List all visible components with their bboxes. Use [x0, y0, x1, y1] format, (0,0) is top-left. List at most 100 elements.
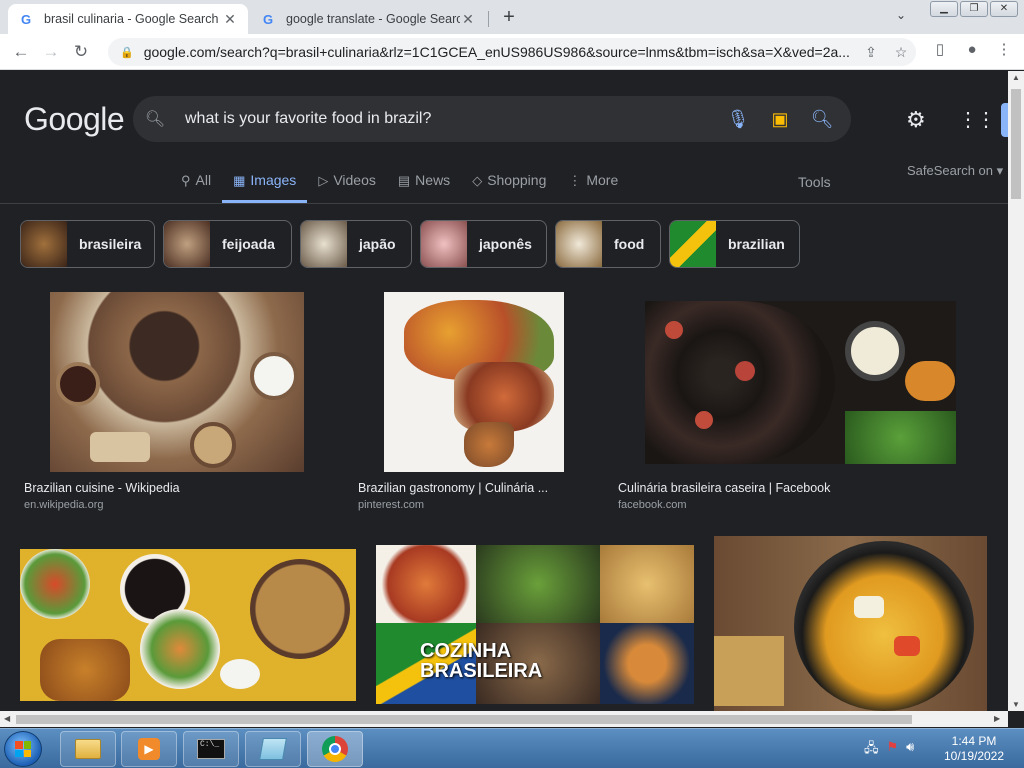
new-tab-button[interactable]: +	[498, 6, 520, 28]
address-bar[interactable]: 🔒 google.com/search?q=brasil+culinaria&r…	[108, 38, 916, 66]
camera-lens-icon[interactable]: ▣	[759, 109, 801, 130]
chip-label: japão	[359, 236, 396, 252]
chip-japao[interactable]: japão	[300, 220, 412, 268]
chip-thumbnail	[670, 221, 716, 267]
header-divider	[0, 203, 1008, 204]
action-center-flag-icon[interactable]: ⚑	[887, 739, 899, 761]
overlay-line: BRASILEIRA	[420, 660, 543, 682]
result-source[interactable]: pinterest.com	[358, 499, 424, 511]
chip-food[interactable]: food	[555, 220, 661, 268]
menu-kebab-icon[interactable]: ⋮	[992, 40, 1016, 58]
notepad-taskbar-button[interactable]	[245, 731, 301, 767]
search-box[interactable]: 🔍︎ what is your favorite food in brazil?…	[133, 96, 851, 142]
close-tab-icon[interactable]: ✕	[460, 11, 476, 28]
close-tab-icon[interactable]: ✕	[222, 11, 238, 28]
chip-thumbnail	[301, 221, 347, 267]
result-title[interactable]: Brazilian gastronomy | Culinária ...	[358, 481, 548, 495]
tab-separator	[488, 11, 489, 27]
file-explorer-taskbar-button[interactable]	[60, 731, 116, 767]
result-source[interactable]: en.wikipedia.org	[24, 499, 104, 511]
profile-avatar-icon[interactable]: ●	[960, 41, 984, 58]
side-panel-icon[interactable]: ▯	[928, 40, 952, 58]
result-source[interactable]: facebook.com	[618, 499, 686, 511]
safesearch-label: SafeSearch on	[907, 163, 994, 178]
scroll-thumb[interactable]	[16, 715, 912, 724]
result-image[interactable]	[384, 292, 564, 472]
share-icon[interactable]: ⇪	[856, 44, 886, 61]
result-image[interactable]	[20, 549, 356, 701]
restore-button[interactable]: ❐	[960, 1, 988, 17]
chrome-taskbar-button[interactable]	[307, 731, 363, 767]
tab-label: All	[195, 172, 212, 188]
dropdown-caret-icon: ▾	[996, 163, 1004, 178]
tab-shopping[interactable]: ◇ Shopping	[461, 167, 557, 203]
forward-arrow-icon[interactable]: →	[36, 38, 66, 66]
start-button[interactable]	[4, 731, 42, 767]
search-submit-icon[interactable]: 🔍︎	[801, 109, 843, 130]
horizontal-scrollbar[interactable]: ◀ ▶	[0, 711, 1008, 727]
scroll-up-arrow-icon[interactable]: ▲	[1008, 73, 1024, 82]
close-window-button[interactable]: ✕	[990, 1, 1018, 17]
chip-label: brazilian	[728, 236, 785, 252]
result-image[interactable]: COZINHA BRASILEIRA	[376, 545, 694, 704]
chip-thumbnail	[164, 221, 210, 267]
scroll-right-arrow-icon[interactable]: ▶	[994, 714, 1000, 723]
chip-japones[interactable]: japonês	[420, 220, 547, 268]
scroll-thumb[interactable]	[1011, 89, 1021, 199]
more-vert-icon: ⋮	[568, 173, 582, 188]
tab-label: News	[415, 172, 451, 188]
microphone-icon[interactable]: 🎙︎	[717, 109, 759, 130]
result-image[interactable]	[714, 536, 987, 711]
url-text[interactable]: google.com/search?q=brasil+culinaria&rlz…	[144, 44, 856, 60]
windows-logo-icon	[15, 741, 31, 757]
overlay-line: COZINHA	[420, 640, 512, 662]
chip-label: feijoada	[222, 236, 275, 252]
window-controls: ▁ ❐ ✕	[930, 1, 1018, 17]
tab-images[interactable]: ▦ Images	[222, 167, 308, 203]
search-input[interactable]: what is your favorite food in brazil?	[177, 110, 717, 128]
taskbar-clock[interactable]: 1:44 PM 10/19/2022	[932, 734, 1016, 764]
tab-news[interactable]: ▤ News	[387, 167, 461, 203]
result-image[interactable]	[645, 301, 956, 464]
result-image[interactable]	[50, 292, 304, 472]
volume-icon[interactable]: 🔊︎	[906, 739, 914, 761]
account-button[interactable]	[1001, 103, 1008, 137]
media-player-taskbar-button[interactable]: ▶	[121, 731, 177, 767]
lock-icon[interactable]: 🔒	[120, 46, 134, 59]
minimize-button[interactable]: ▁	[930, 1, 958, 17]
tab-label: Videos	[333, 172, 376, 188]
media-player-icon: ▶	[138, 738, 160, 760]
google-logo[interactable]: Google	[24, 101, 125, 138]
network-icon[interactable]: 🖧	[864, 739, 879, 761]
windows-taskbar: ▶ C:\_ 🖧 ⚑ 🔊︎ 1:44 PM 10/19/2022	[0, 728, 1024, 768]
command-prompt-taskbar-button[interactable]: C:\_	[183, 731, 239, 767]
tag-icon: ◇	[472, 173, 483, 188]
settings-gear-icon[interactable]: ⚙	[906, 107, 926, 133]
result-title[interactable]: Brazilian cuisine - Wikipedia	[24, 481, 180, 495]
back-arrow-icon[interactable]: ←	[6, 38, 36, 66]
tools-button[interactable]: Tools	[798, 174, 831, 190]
reload-icon[interactable]: ↻	[66, 38, 96, 66]
tab-all[interactable]: ⚲ All	[170, 167, 222, 203]
tab-brasil-culinaria[interactable]: G brasil culinaria - Google Search ✕	[8, 4, 248, 34]
google-favicon-icon: G	[262, 11, 274, 27]
scroll-down-arrow-icon[interactable]: ▼	[1008, 700, 1024, 709]
tab-title: brasil culinaria - Google Search	[44, 12, 219, 26]
chip-label: brasileira	[79, 236, 142, 252]
browser-toolbar: ← → ↻ 🔒 google.com/search?q=brasil+culin…	[0, 34, 1024, 70]
chip-feijoada[interactable]: feijoada	[163, 220, 292, 268]
google-images-page: Google 🔍︎ what is your favorite food in …	[0, 71, 1008, 711]
tab-google-translate[interactable]: G google translate - Google Search ✕	[250, 4, 486, 34]
tab-search-chevron-icon[interactable]: ⌄	[896, 8, 906, 22]
result-title[interactable]: Culinária brasileira caseira | Facebook	[618, 481, 830, 495]
chip-brasileira[interactable]: brasileira	[20, 220, 155, 268]
tab-more[interactable]: ⋮ More	[557, 167, 629, 203]
tab-strip: G brasil culinaria - Google Search ✕ G g…	[0, 0, 1024, 34]
tab-videos[interactable]: ▷ Videos	[307, 167, 387, 203]
related-chips: brasileira feijoada japão japonês food b…	[20, 220, 800, 268]
scroll-left-arrow-icon[interactable]: ◀	[4, 714, 10, 723]
vertical-scrollbar[interactable]: ▲ ▼	[1008, 71, 1024, 711]
chip-brazilian[interactable]: brazilian	[669, 220, 800, 268]
safesearch-toggle[interactable]: SafeSearch on ▾	[907, 163, 1003, 179]
bookmark-star-icon[interactable]: ☆	[886, 44, 916, 61]
